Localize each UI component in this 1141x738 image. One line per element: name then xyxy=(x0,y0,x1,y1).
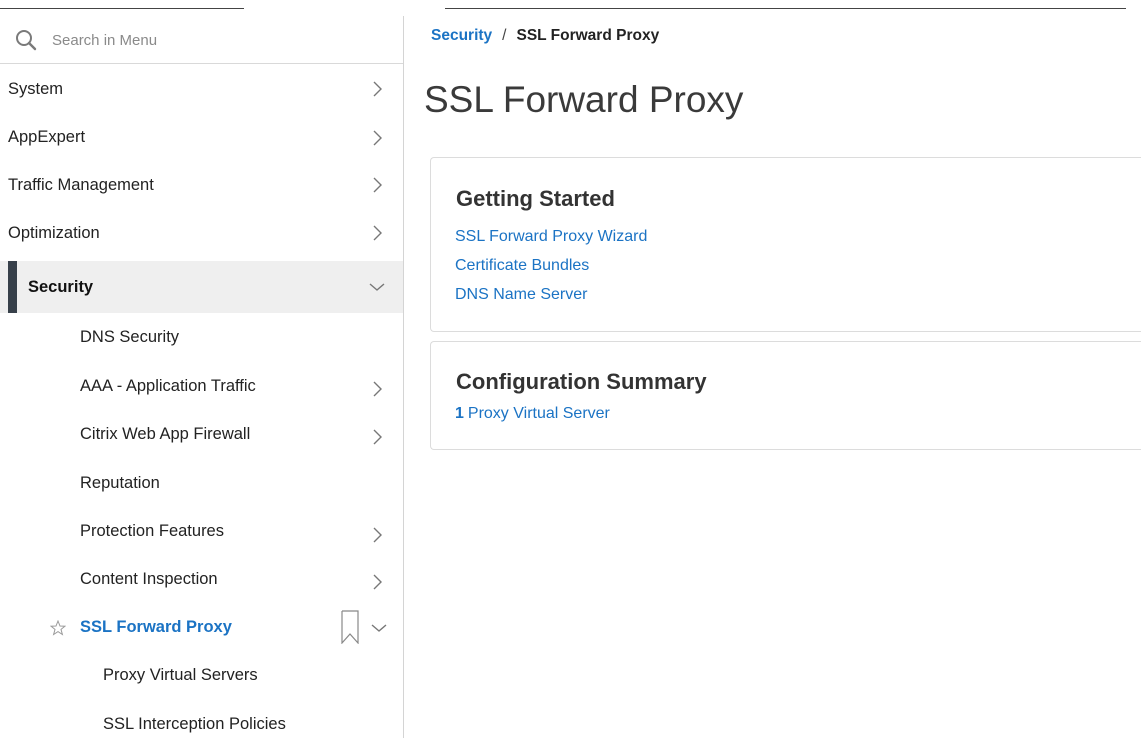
search-icon xyxy=(14,28,38,52)
breadcrumb-current: SSL Forward Proxy xyxy=(516,27,660,44)
certificate-bundles-link[interactable]: Certificate Bundles xyxy=(455,257,589,275)
chevron-down-icon xyxy=(371,620,387,636)
configuration-summary-title: Configuration Summary xyxy=(456,369,707,394)
chevron-right-icon xyxy=(369,81,385,97)
sidebar-item-label: DNS Security xyxy=(80,327,180,346)
sidebar-item-security[interactable]: Security xyxy=(0,261,403,313)
search-input[interactable] xyxy=(52,26,382,54)
sidebar-item-label: System xyxy=(8,79,64,98)
sidebar-item-label: AAA - Application Traffic xyxy=(80,376,256,395)
active-indicator xyxy=(8,261,17,313)
bookmark-icon[interactable] xyxy=(340,610,360,645)
sidebar-item-optimization[interactable]: Optimization xyxy=(0,209,403,257)
chevron-right-icon xyxy=(369,177,385,193)
sidebar-item-label: Security xyxy=(28,277,94,296)
sidebar-item-reputation[interactable]: Reputation xyxy=(0,459,403,507)
getting-started-card: Getting Started SSL Forward Proxy Wizard… xyxy=(430,157,1141,332)
sidebar-item-label: SSL Forward Proxy xyxy=(80,617,232,636)
sidebar-item-aaa-application-traffic[interactable]: AAA - Application Traffic xyxy=(0,362,403,410)
sidebar-item-system[interactable]: System xyxy=(0,65,403,113)
sidebar-item-label: Protection Features xyxy=(80,521,224,540)
chevron-right-icon xyxy=(369,130,385,146)
sidebar-item-citrix-web-app-firewall[interactable]: Citrix Web App Firewall xyxy=(0,410,403,458)
proxy-virtual-server-count: 1 xyxy=(455,405,464,422)
chevron-right-icon xyxy=(369,225,385,241)
proxy-virtual-server-label: Proxy Virtual Server xyxy=(467,405,610,422)
sidebar-item-label: SSL Interception Policies xyxy=(103,714,286,733)
chevron-right-icon xyxy=(369,381,385,397)
getting-started-title: Getting Started xyxy=(456,186,615,211)
sidebar-item-label: Citrix Web App Firewall xyxy=(80,424,251,443)
sidebar-item-ssl-interception-policies[interactable]: SSL Interception Policies xyxy=(0,700,403,738)
proxy-virtual-server-link[interactable]: 1 Proxy Virtual Server xyxy=(455,405,610,423)
chevron-right-icon xyxy=(369,574,385,590)
breadcrumb: Security / SSL Forward Proxy xyxy=(431,27,659,45)
top-divider-left xyxy=(0,8,244,9)
top-divider-right xyxy=(445,8,1126,9)
sidebar-item-label: Reputation xyxy=(80,473,160,492)
breadcrumb-link-security[interactable]: Security xyxy=(431,27,492,44)
sidebar-item-protection-features[interactable]: Protection Features xyxy=(0,507,403,555)
menu-search xyxy=(0,16,403,64)
chevron-right-icon xyxy=(369,429,385,445)
breadcrumb-separator: / xyxy=(502,27,507,44)
star-icon[interactable] xyxy=(49,619,67,636)
sidebar-item-label: Traffic Management xyxy=(8,175,154,194)
sidebar-item-label: Proxy Virtual Servers xyxy=(103,665,258,684)
sidebar-item-dns-security[interactable]: DNS Security xyxy=(0,313,403,361)
sidebar-item-content-inspection[interactable]: Content Inspection xyxy=(0,555,403,603)
chevron-down-icon xyxy=(369,279,385,295)
sidebar-item-appexpert[interactable]: AppExpert xyxy=(0,113,403,161)
ssl-forward-proxy-wizard-link[interactable]: SSL Forward Proxy Wizard xyxy=(455,228,647,246)
sidebar-item-label: Optimization xyxy=(8,223,100,242)
sidebar-item-label: AppExpert xyxy=(8,127,86,146)
sidebar-item-proxy-virtual-servers[interactable]: Proxy Virtual Servers xyxy=(0,651,403,699)
sidebar-item-traffic-management[interactable]: Traffic Management xyxy=(0,161,403,209)
sidebar-item-ssl-forward-proxy[interactable]: SSL Forward Proxy xyxy=(0,603,403,651)
sidebar-item-label: Content Inspection xyxy=(80,569,218,588)
page-title: SSL Forward Proxy xyxy=(424,79,744,120)
dns-name-server-link[interactable]: DNS Name Server xyxy=(455,286,587,304)
sidebar-menu: System AppExpert Traffic Management Opti… xyxy=(0,16,404,738)
configuration-summary-card: Configuration Summary 1 Proxy Virtual Ser… xyxy=(430,341,1141,450)
chevron-right-icon xyxy=(369,527,385,543)
